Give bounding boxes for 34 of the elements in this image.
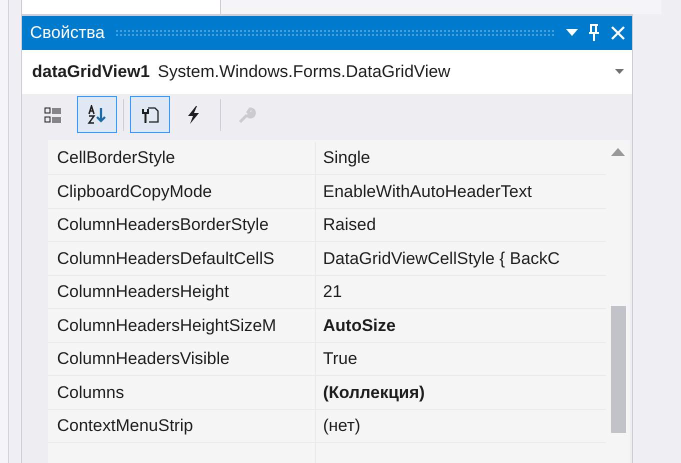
property-name[interactable]: Columns xyxy=(48,376,316,408)
scrollbar-thumb[interactable] xyxy=(610,306,626,432)
property-name[interactable]: ColumnHeadersDefaultCellS xyxy=(48,242,316,274)
object-type: System.Windows.Forms.DataGridView xyxy=(158,60,452,83)
property-name[interactable]: ColumnHeadersHeightSizeM xyxy=(48,309,316,342)
property-value[interactable]: DataGridViewCellStyle { BackC xyxy=(316,242,606,274)
property-name[interactable]: CellBorderStyle xyxy=(48,142,316,174)
wrench-icon xyxy=(237,104,257,124)
property-value[interactable]: (нет) xyxy=(316,410,606,442)
property-value[interactable]: EnableWithAutoHeaderText xyxy=(316,175,606,208)
wrench-page-icon xyxy=(140,104,160,124)
dropdown-arrow-icon xyxy=(615,69,624,74)
panel-title: Свойства xyxy=(30,22,105,44)
toolbar-button[interactable] xyxy=(77,96,117,133)
property-value[interactable]: AutoSize xyxy=(316,309,606,342)
object-selector[interactable]: dataGridView1 System.Windows.Forms.DataGridView xyxy=(22,50,632,94)
property-name[interactable]: ColumnHeadersVisible xyxy=(48,342,316,375)
property-value[interactable]: 21 xyxy=(316,276,606,308)
property-value[interactable]: True xyxy=(316,342,606,375)
property-name[interactable]: ColumnHeadersHeight xyxy=(48,276,316,308)
property-name[interactable]: ContextMenuStrip xyxy=(48,410,316,442)
toolbar-button[interactable] xyxy=(130,96,170,133)
scroll-up-arrow-icon[interactable] xyxy=(611,148,625,156)
sort-az-icon xyxy=(87,104,107,124)
pin-icon[interactable] xyxy=(588,24,600,42)
dropdown-arrow-icon[interactable] xyxy=(566,28,578,36)
object-name: dataGridView1 xyxy=(32,60,150,83)
property-name[interactable]: ColumnHeadersBorderStyle xyxy=(48,208,316,241)
property-value[interactable]: Raised xyxy=(316,208,606,241)
categorized-list-icon xyxy=(44,106,62,124)
property-value[interactable]: (Коллекция) xyxy=(316,376,606,408)
property-name[interactable]: ClipboardCopyMode xyxy=(48,175,316,208)
close-icon[interactable] xyxy=(610,24,626,40)
property-value[interactable]: Single xyxy=(316,142,606,174)
